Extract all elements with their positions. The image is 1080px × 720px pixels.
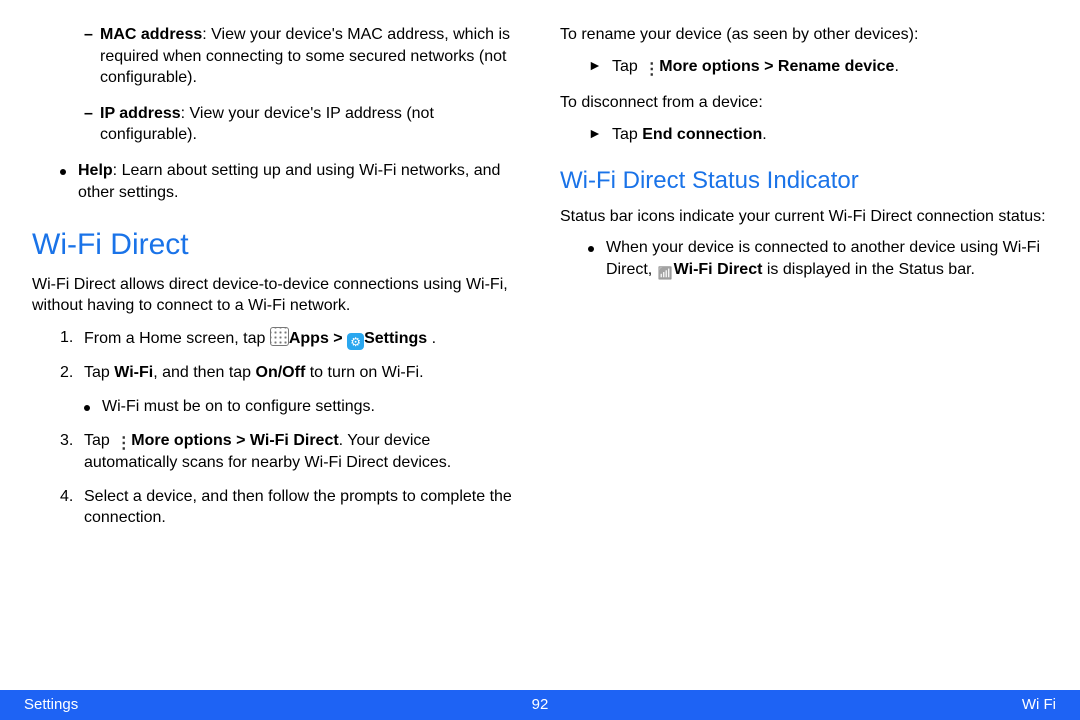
- rename-a: Tap: [612, 58, 642, 75]
- step-2: 2. Tap Wi-Fi, and then tap On/Off to tur…: [32, 362, 520, 384]
- disconnect-intro: To disconnect from a device:: [560, 92, 1048, 114]
- page: – MAC address: View your device's MAC ad…: [0, 0, 1080, 720]
- wifi-direct-intro: Wi-Fi Direct allows direct device-to-dev…: [32, 274, 520, 317]
- rename-step: ► Tap More options > Rename device.: [560, 56, 1048, 79]
- step1-gt: >: [329, 330, 347, 347]
- disc-end: End connection: [642, 126, 762, 143]
- step2-onoff: On/Off: [256, 364, 306, 381]
- wifi-direct-icon: [657, 264, 674, 281]
- status-b: is displayed in the Status bar.: [762, 261, 975, 278]
- step-number: 2.: [60, 362, 84, 384]
- rename-intro: To rename your device (as seen by other …: [560, 24, 1048, 46]
- apps-icon: [270, 327, 289, 346]
- gear-icon: [347, 333, 364, 350]
- page-number: 92: [532, 695, 549, 715]
- step3-a: Tap: [84, 432, 114, 449]
- bullet-icon: [84, 396, 102, 418]
- rename-dev: Rename device: [778, 58, 895, 75]
- page-footer: Settings 92 Wi Fi: [0, 690, 1080, 720]
- step2-a: Tap: [84, 364, 114, 381]
- right-column: To rename your device (as seen by other …: [560, 24, 1048, 541]
- disc-a: Tap: [612, 126, 642, 143]
- step-number: 4.: [60, 486, 84, 529]
- dash-marker: –: [84, 24, 100, 89]
- list-item-help: Help: Learn about setting up and using W…: [32, 160, 520, 203]
- step3-wd: Wi-Fi Direct: [250, 432, 339, 449]
- step2-b: , and then tap: [153, 364, 255, 381]
- step1-end: .: [427, 330, 436, 347]
- heading-status-indicator: Wi-Fi Direct Status Indicator: [560, 165, 1048, 197]
- list-item-mac-address: – MAC address: View your device's MAC ad…: [32, 24, 520, 89]
- step2-wifi: Wi-Fi: [114, 364, 153, 381]
- help-label: Help: [78, 162, 113, 179]
- ip-address-label: IP address: [100, 105, 181, 122]
- step-2-sub: Wi-Fi must be on to configure settings.: [32, 396, 520, 418]
- step-number: 3.: [60, 430, 84, 474]
- more-options-icon: [114, 435, 131, 452]
- heading-wifi-direct: Wi-Fi Direct: [32, 225, 520, 266]
- status-label: Wi-Fi Direct: [674, 261, 763, 278]
- step1-apps: Apps: [289, 330, 329, 347]
- help-text: : Learn about setting up and using Wi-Fi…: [78, 162, 500, 201]
- disc-dot: .: [762, 126, 766, 143]
- step1-text-a: From a Home screen, tap: [84, 330, 270, 347]
- rename-gt: >: [760, 58, 778, 75]
- step4-text: Select a device, and then follow the pro…: [84, 486, 520, 529]
- footer-left: Settings: [24, 695, 78, 715]
- rename-more: More options: [659, 58, 759, 75]
- step-4: 4. Select a device, and then follow the …: [32, 486, 520, 529]
- arrow-icon: ►: [588, 56, 612, 79]
- status-bullet: When your device is connected to another…: [560, 237, 1048, 281]
- step1-settings: Settings: [364, 330, 427, 347]
- bullet-icon: [588, 237, 606, 281]
- disconnect-step: ► Tap End connection.: [560, 124, 1048, 146]
- step-1: 1. From a Home screen, tap Apps > Settin…: [32, 327, 520, 351]
- dash-marker: –: [84, 103, 100, 146]
- step3-gt: >: [232, 432, 250, 449]
- step2-sub-text: Wi-Fi must be on to configure settings.: [102, 396, 375, 418]
- step-3: 3. Tap More options > Wi-Fi Direct. Your…: [32, 430, 520, 474]
- mac-address-label: MAC address: [100, 26, 202, 43]
- two-column-layout: – MAC address: View your device's MAC ad…: [32, 24, 1048, 541]
- status-intro: Status bar icons indicate your current W…: [560, 206, 1048, 228]
- step3-more: More options: [131, 432, 231, 449]
- list-item-ip-address: – IP address: View your device's IP addr…: [32, 103, 520, 146]
- step2-c: to turn on Wi-Fi.: [305, 364, 423, 381]
- footer-right: Wi Fi: [1022, 695, 1056, 715]
- left-column: – MAC address: View your device's MAC ad…: [32, 24, 520, 541]
- bullet-icon: [60, 160, 78, 203]
- more-options-icon: [642, 61, 659, 78]
- rename-end: .: [894, 58, 898, 75]
- step-number: 1.: [60, 327, 84, 351]
- arrow-icon: ►: [588, 124, 612, 146]
